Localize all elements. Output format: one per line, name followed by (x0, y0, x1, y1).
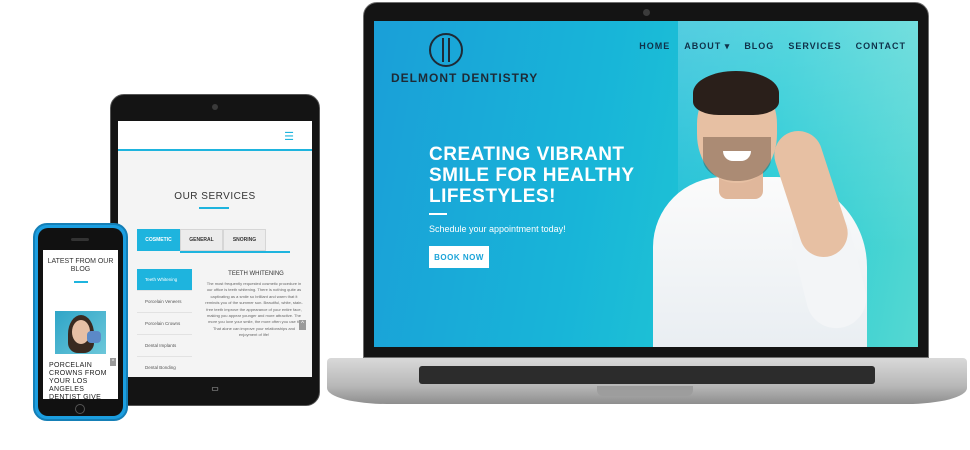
hero-divider (429, 213, 447, 215)
service-item-porcelain-crowns[interactable]: Porcelain Crowns (137, 313, 192, 335)
blog-post-image[interactable] (55, 311, 106, 354)
hero-person-image (649, 59, 881, 347)
nav-services[interactable]: SERVICES (788, 41, 841, 52)
tab-snoring[interactable]: SNORING (223, 229, 266, 251)
service-item-porcelain-veneers[interactable]: Porcelain Veneers (137, 291, 192, 313)
nav-about[interactable]: ABOUT ▾ (684, 41, 730, 52)
service-description: The most frequently requested cosmetic p… (205, 281, 303, 338)
device-mockup-stage: DELMONT DENTISTRY HOME ABOUT ▾ BLOG SERV… (0, 0, 970, 450)
logo-icon[interactable] (429, 33, 463, 67)
tablet-home-button-icon[interactable]: ▭ (206, 384, 224, 396)
tab-cosmetic[interactable]: COSMETIC (137, 229, 180, 251)
tab-underline (180, 251, 290, 253)
nav-home[interactable]: HOME (639, 41, 670, 52)
laptop-screen: DELMONT DENTISTRY HOME ABOUT ▾ BLOG SERV… (374, 21, 918, 347)
brand-name[interactable]: DELMONT DENTISTRY (391, 71, 538, 85)
trackpad-notch (597, 386, 693, 396)
phone-speaker (71, 238, 89, 241)
tablet-header: ☰ (118, 121, 312, 151)
tablet-device: ☰ OUR SERVICES COSMETIC GENERAL SNORING … (110, 94, 320, 406)
service-list: Teeth Whitening Porcelain Veneers Porcel… (137, 269, 192, 377)
service-item-dental-implants[interactable]: Dental Implants (137, 335, 192, 357)
service-heading: TEETH WHITENING (228, 271, 284, 277)
laptop-camera (643, 9, 650, 16)
phone-home-button[interactable] (75, 404, 85, 414)
glove-shape (87, 331, 101, 343)
blog-section-title: LATEST FROM OUR BLOG (47, 258, 114, 273)
nav-blog[interactable]: BLOG (744, 41, 774, 52)
phone-device: LATEST FROM OUR BLOG ^ PORCELAIN CROWNS … (33, 223, 128, 421)
service-tabs: COSMETIC GENERAL SNORING (137, 229, 266, 251)
blog-divider (74, 281, 88, 283)
tablet-camera (212, 104, 218, 110)
book-now-button[interactable]: BOOK NOW (429, 246, 489, 268)
scroll-top-icon[interactable]: ^ (299, 320, 306, 330)
blog-post-title[interactable]: PORCELAIN CROWNS FROM YOUR LOS ANGELES D… (49, 362, 113, 399)
keyboard (419, 366, 875, 384)
hero-subtitle: Schedule your appointment today! (429, 224, 566, 234)
nav-contact[interactable]: CONTACT (856, 41, 906, 52)
tablet-screen: ☰ OUR SERVICES COSMETIC GENERAL SNORING … (118, 121, 312, 377)
service-item-teeth-whitening[interactable]: Teeth Whitening (137, 269, 192, 291)
hair-shape (693, 71, 779, 115)
services-divider (199, 207, 229, 209)
tab-general[interactable]: GENERAL (180, 229, 223, 251)
laptop-lid: DELMONT DENTISTRY HOME ABOUT ▾ BLOG SERV… (363, 2, 929, 358)
service-item-dental-bonding[interactable]: Dental Bonding (137, 357, 192, 377)
phone-bezel: LATEST FROM OUR BLOG ^ PORCELAIN CROWNS … (38, 228, 123, 416)
hamburger-menu-icon[interactable]: ☰ (284, 130, 294, 143)
services-title: OUR SERVICES (174, 191, 256, 202)
main-nav: HOME ABOUT ▾ BLOG SERVICES CONTACT (639, 41, 906, 52)
laptop-base (327, 358, 967, 404)
phone-screen: LATEST FROM OUR BLOG ^ PORCELAIN CROWNS … (43, 250, 118, 399)
hero-title: CREATING VIBRANT SMILE FOR HEALTHY LIFES… (429, 144, 635, 207)
